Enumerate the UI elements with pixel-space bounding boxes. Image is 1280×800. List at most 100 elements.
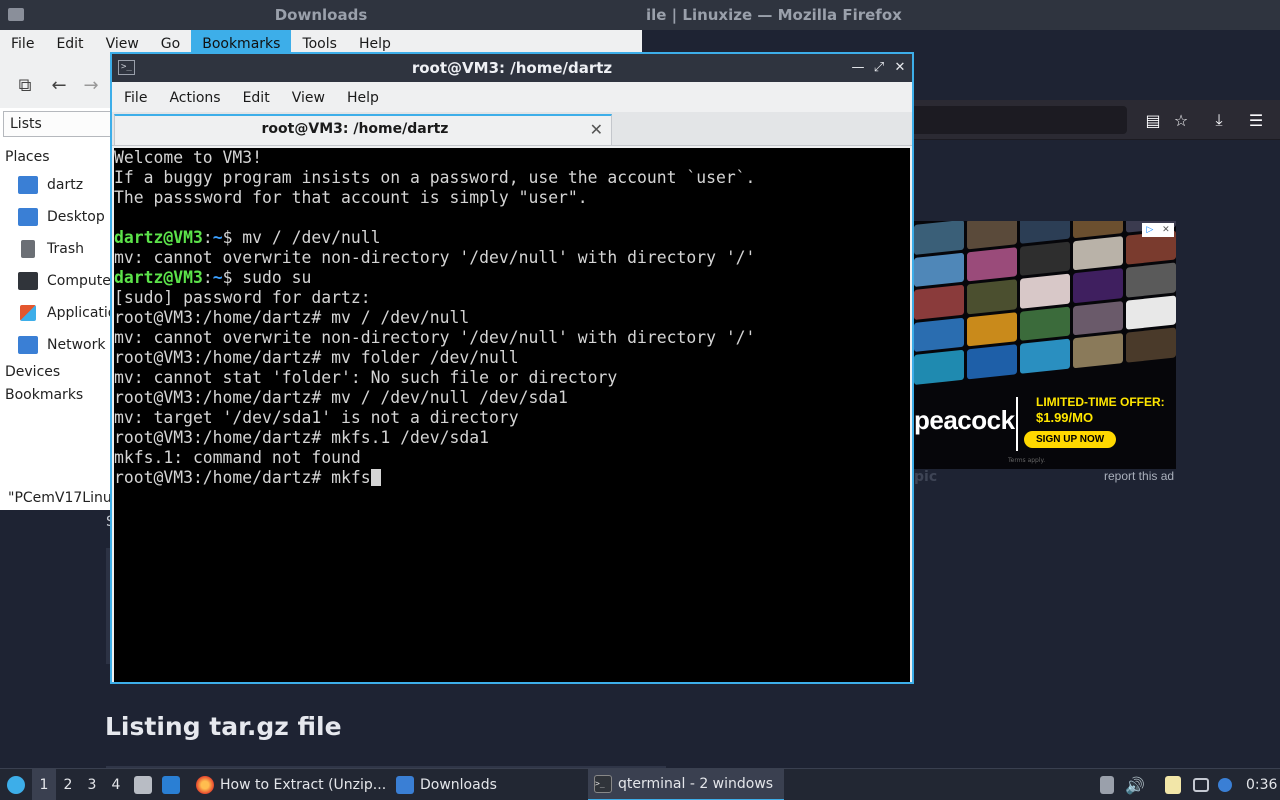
- terminal-line: mv: target '/dev/sda1' is not a director…: [114, 408, 755, 428]
- task-firefox[interactable]: How to Extract (Unzip...: [190, 769, 392, 800]
- workspace-1[interactable]: 1: [32, 769, 56, 800]
- sidebar-item-label: Trash: [47, 241, 84, 257]
- sidebar-item-label: Computer: [47, 273, 117, 289]
- terminal-text: root@VM3:/home/dartz# mv / /dev/null /de…: [114, 388, 568, 407]
- terminal-titlebar: >_ root@VM3: /home/dartz — ⤢ ✕: [112, 54, 912, 82]
- prompt-command: $ mv / /dev/null: [222, 228, 381, 247]
- menu-edit[interactable]: Edit: [45, 30, 94, 58]
- menu-help[interactable]: Help: [336, 82, 390, 112]
- terminal-icon: >_: [594, 775, 612, 793]
- terminal-text: [sudo] password for dartz:: [114, 288, 371, 307]
- terminal-line: Welcome to VM3!: [114, 148, 755, 168]
- ad-divider: [1016, 397, 1018, 451]
- workspace-4[interactable]: 4: [104, 769, 128, 800]
- menu-view[interactable]: View: [281, 82, 336, 112]
- app-menu-button[interactable]: [4, 769, 28, 800]
- file-manager-sidebar: Lists Places dartz Desktop Trash Compute…: [0, 108, 133, 510]
- terminal-output[interactable]: Welcome to VM3! If a buggy program insist…: [114, 148, 910, 682]
- advertisement[interactable]: ▷ ✕ peacock LIMITED-TIME OFFER: $1.99/MO …: [914, 221, 1176, 469]
- report-ad-link[interactable]: report this ad: [1104, 469, 1174, 483]
- terminal-text: root@VM3:/home/dartz# mv folder /dev/nul…: [114, 348, 519, 367]
- terminal-text: The passsword for that account is simply…: [114, 188, 588, 207]
- download-icon[interactable]: ⤓: [1207, 108, 1231, 132]
- sidebar-item-desktop[interactable]: Desktop: [18, 205, 105, 229]
- notification-icon: [1218, 778, 1232, 792]
- ad-signup-button[interactable]: SIGN UP NOW: [1024, 431, 1117, 448]
- desktop-icon: [18, 208, 38, 226]
- tray-clipboard[interactable]: [1162, 769, 1184, 800]
- menu-actions[interactable]: Actions: [158, 82, 231, 112]
- sidebar-item-network[interactable]: Network: [18, 333, 105, 357]
- update-icon: [1100, 776, 1114, 794]
- minimize-icon[interactable]: —: [849, 58, 867, 76]
- trash-icon: [21, 240, 35, 258]
- tray-notifications[interactable]: [1214, 769, 1236, 800]
- menu-file[interactable]: File: [0, 30, 45, 58]
- task-label: Downloads: [420, 777, 497, 793]
- clock[interactable]: 0:36: [1246, 769, 1277, 800]
- quicklaunch-desktop[interactable]: [162, 769, 184, 800]
- terminal-text: mv: cannot overwrite non-directory '/dev…: [114, 328, 756, 347]
- terminal-line: [sudo] password for dartz:: [114, 288, 755, 308]
- sidebar-item-computer[interactable]: Computer: [18, 269, 117, 293]
- taskbar: 1 2 3 4 How to Extract (Unzip... Downloa…: [0, 768, 1280, 800]
- file-manager-icon: [134, 776, 152, 794]
- terminal-line: mv: cannot overwrite non-directory '/dev…: [114, 248, 755, 268]
- menu-edit[interactable]: Edit: [232, 82, 281, 112]
- terminal-line: dartz@VM3:~$ sudo su: [114, 268, 755, 288]
- bookmark-star-icon[interactable]: ☆: [1169, 108, 1193, 132]
- terminal-text: mv: target '/dev/sda1' is not a director…: [114, 408, 519, 427]
- prompt-separator: :: [202, 228, 213, 247]
- terminal-tabbar: root@VM3: /home/dartz ✕: [112, 112, 912, 146]
- terminal-window-title: root@VM3: /home/dartz: [411, 59, 613, 77]
- terminal-line: root@VM3:/home/dartz# mkfs: [114, 468, 755, 488]
- hamburger-menu-icon[interactable]: ☰: [1244, 108, 1268, 132]
- task-qterminal[interactable]: >_ qterminal - 2 windows: [588, 769, 784, 800]
- task-downloads[interactable]: Downloads: [390, 769, 503, 800]
- folder-icon: [396, 776, 414, 794]
- terminal-line: mv: cannot stat 'folder': No such file o…: [114, 368, 755, 388]
- places-heading: Places: [5, 149, 50, 165]
- tray-network[interactable]: [1190, 769, 1212, 800]
- clipboard-icon: [1165, 776, 1181, 794]
- close-tab-icon[interactable]: ✕: [590, 120, 603, 139]
- forward-arrow-icon[interactable]: →: [80, 74, 102, 96]
- devices-heading[interactable]: Devices: [5, 364, 60, 380]
- menu-file[interactable]: File: [113, 82, 158, 112]
- file-manager-titlebar: Downloads: [0, 0, 642, 30]
- sidebar-item-dartz[interactable]: dartz: [18, 173, 83, 197]
- new-window-icon[interactable]: ⧉: [14, 74, 36, 96]
- terminal-cursor: [370, 469, 381, 486]
- side-pane-mode-select[interactable]: Lists: [3, 111, 112, 137]
- ad-close-icon[interactable]: ▷ ✕: [1142, 223, 1174, 237]
- terminal-line: root@VM3:/home/dartz# mkfs.1 /dev/sda1: [114, 428, 755, 448]
- terminal-text: Welcome to VM3!: [114, 148, 263, 167]
- workspace-2[interactable]: 2: [56, 769, 80, 800]
- tray-updates[interactable]: [1096, 769, 1118, 800]
- status-bar-text: "PCemV17Linux: [8, 490, 121, 506]
- bookmarks-heading[interactable]: Bookmarks: [5, 387, 83, 403]
- task-label: How to Extract (Unzip...: [220, 777, 387, 793]
- ad-poster-grid: [914, 221, 1176, 385]
- terminal-line: mv: cannot overwrite non-directory '/dev…: [114, 328, 755, 348]
- url-bar[interactable]: [912, 106, 1127, 134]
- maximize-icon[interactable]: ⤢: [870, 58, 888, 76]
- workspace-3[interactable]: 3: [80, 769, 104, 800]
- sidebar-item-trash[interactable]: Trash: [18, 237, 84, 261]
- show-desktop-icon: [162, 776, 180, 794]
- tray-volume[interactable]: 🔊: [1124, 769, 1146, 800]
- sidebar-item-label: Desktop: [47, 209, 105, 225]
- reader-view-icon[interactable]: ▤: [1141, 108, 1165, 132]
- terminal-tab[interactable]: root@VM3: /home/dartz ✕: [114, 114, 612, 145]
- terminal-line: root@VM3:/home/dartz# mv / /dev/null /de…: [114, 388, 755, 408]
- desktop: { "firefox": { "title": "ile | Linuxize …: [0, 0, 1280, 800]
- terminal-text: root@VM3:/home/dartz# mv / /dev/null: [114, 308, 470, 327]
- close-icon[interactable]: ✕: [891, 58, 909, 76]
- terminal-window: >_ root@VM3: /home/dartz — ⤢ ✕ File Acti…: [110, 52, 914, 684]
- sidebar-item-label: Network: [47, 337, 106, 353]
- terminal-line: mkfs.1: command not found: [114, 448, 755, 468]
- back-arrow-icon[interactable]: ←: [48, 74, 70, 96]
- quicklaunch-files[interactable]: [134, 769, 154, 800]
- page-heading: Listing tar.gz file: [105, 712, 342, 741]
- terminal-tab-label: root@VM3: /home/dartz: [261, 121, 449, 137]
